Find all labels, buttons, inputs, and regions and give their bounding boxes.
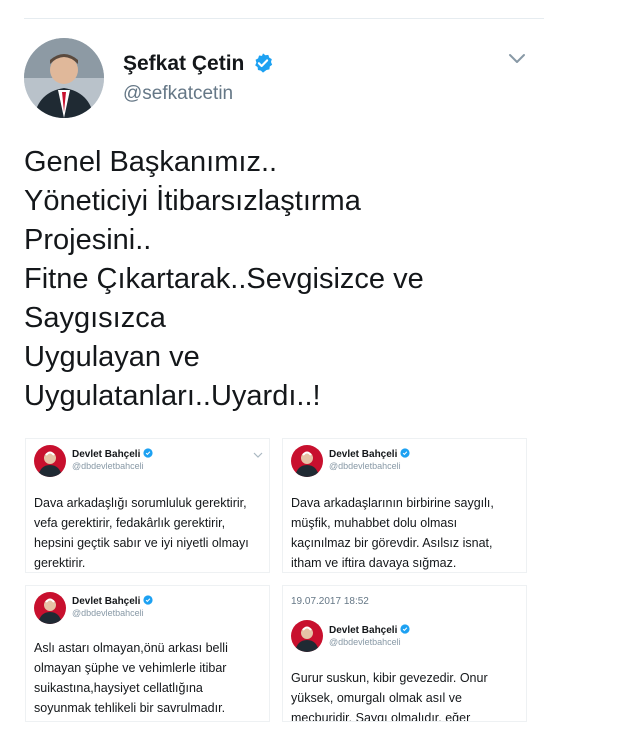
card-author-handle: @dbdevletbahceli bbox=[329, 461, 401, 471]
author-handle[interactable]: @sefkatcetin bbox=[123, 83, 233, 105]
card-author-name: Devlet Bahçeli bbox=[72, 448, 153, 460]
card-tweet-text: Gurur suskun, kibir gevezedir. Onur yüks… bbox=[291, 668, 520, 722]
tweet-line: Yöneticiyi İtibarsızlaştırma bbox=[24, 185, 361, 217]
card-line: suikastına,haysiyet cellatlığına bbox=[34, 681, 203, 695]
card-line: Dava arkadaşlığı sorumluluk gerektirir, bbox=[34, 496, 247, 510]
card-line: yüksek, omurgalı olmak asıl ve bbox=[291, 691, 462, 705]
card-author-name: Devlet Bahçeli bbox=[329, 624, 410, 636]
card-line: olmayan şüphe ve vehimlerle itibar bbox=[34, 661, 227, 675]
card-author-name-text: Devlet Bahçeli bbox=[329, 449, 398, 460]
card-avatar bbox=[291, 620, 323, 652]
card-author-name-text: Devlet Bahçeli bbox=[72, 449, 141, 460]
card-line: Dava arkadaşlarının birbirine saygılı, bbox=[291, 496, 494, 510]
verified-badge-icon bbox=[400, 448, 410, 458]
card-author-handle: @dbdevletbahceli bbox=[329, 637, 401, 647]
verified-badge-icon bbox=[143, 595, 153, 605]
card-avatar bbox=[34, 445, 66, 477]
card-author-handle: @dbdevletbahceli bbox=[72, 461, 144, 471]
tweet-line: Uygulatanları..Uyardı..! bbox=[24, 380, 321, 412]
card-avatar bbox=[34, 592, 66, 624]
card-line: gerektirir. bbox=[34, 556, 86, 570]
author-avatar[interactable] bbox=[24, 38, 104, 118]
chevron-down-icon[interactable] bbox=[507, 52, 527, 66]
card-line: vefa gerektirir, fedakârlık gerektirir, bbox=[34, 516, 226, 530]
card-tweet-text: Aslı astarı olmayan,önü arkası belli olm… bbox=[34, 638, 263, 718]
card-line: kaçınılmaz bir görevdir. Asılsız isnat, bbox=[291, 536, 493, 550]
card-timestamp: 19.07.2017 18:52 bbox=[291, 596, 369, 607]
card-line: Aslı astarı olmayan,önü arkası belli bbox=[34, 641, 228, 655]
card-author-name: Devlet Bahçeli bbox=[329, 448, 410, 460]
card-line: müşfik, muhabbet dolu olması bbox=[291, 516, 458, 530]
embedded-tweet-card[interactable]: Devlet Bahçeli @dbdevletbahceli Dava ark… bbox=[25, 438, 270, 573]
card-author-handle: @dbdevletbahceli bbox=[72, 608, 144, 618]
embedded-tweet-card[interactable]: Devlet Bahçeli @dbdevletbahceli Dava ark… bbox=[282, 438, 527, 573]
tweet-line: Saygısızca bbox=[24, 302, 166, 334]
card-line: Gurur suskun, kibir gevezedir. Onur bbox=[291, 671, 488, 685]
tweet-line: Projesini.. bbox=[24, 224, 152, 256]
top-divider bbox=[24, 18, 544, 19]
tweet-line: Fitne Çıkartarak..Sevgisizce ve bbox=[24, 263, 424, 295]
author-name[interactable]: Şefkat Çetin bbox=[123, 52, 244, 76]
card-tweet-text: Dava arkadaşlarının birbirine saygılı, m… bbox=[291, 493, 520, 573]
card-line: hepsini geçtik sabır ve iyi niyetli olma… bbox=[34, 536, 249, 550]
card-author-name-text: Devlet Bahçeli bbox=[329, 625, 398, 636]
tweet-line: Genel Başkanımız.. bbox=[24, 146, 278, 178]
tweet-line: Uygulayan ve bbox=[24, 341, 200, 373]
tweet-text: Genel Başkanımız.. Yöneticiyi İtibarsızl… bbox=[24, 143, 544, 416]
embedded-tweet-card[interactable]: Devlet Bahçeli @dbdevletbahceli Aslı ast… bbox=[25, 585, 270, 722]
verified-badge-icon bbox=[255, 53, 273, 73]
card-avatar bbox=[291, 445, 323, 477]
chevron-down-icon bbox=[253, 452, 263, 458]
verified-badge-icon bbox=[143, 448, 153, 458]
verified-badge-icon bbox=[400, 624, 410, 634]
card-line: itham ve iftira davaya sığmaz. bbox=[291, 556, 457, 570]
embedded-tweet-card[interactable]: 19.07.2017 18:52 Devlet Bahçeli @dbdevle… bbox=[282, 585, 527, 722]
card-author-name-text: Devlet Bahçeli bbox=[72, 596, 141, 607]
card-author-name: Devlet Bahçeli bbox=[72, 595, 153, 607]
card-line: soyunmak tehlikeli bir savrulmadır. bbox=[34, 701, 226, 715]
card-tweet-text: Dava arkadaşlığı sorumluluk gerektirir, … bbox=[34, 493, 263, 573]
card-line: mecburidir. Saygı olmalıdır, eğer bbox=[291, 711, 471, 722]
